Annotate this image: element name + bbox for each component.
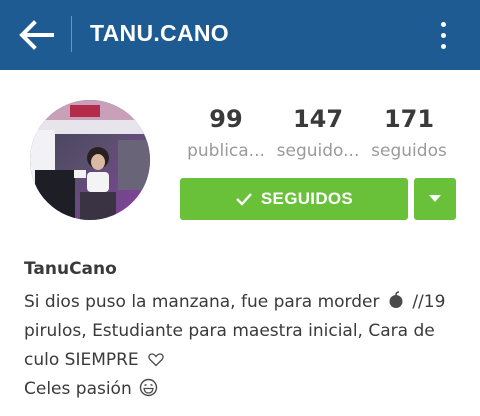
posts-label: publica...	[187, 141, 265, 161]
stat-posts[interactable]: 99 publica...	[178, 104, 274, 163]
grinning-face-icon	[139, 378, 158, 397]
following-button-label: SEGUIDOS	[260, 189, 354, 208]
bio-line-1-suffix: //19	[412, 292, 446, 312]
more-vertical-icon	[440, 21, 446, 27]
bio-line-4-text: Celes pasión	[24, 379, 132, 399]
back-button[interactable]	[16, 17, 56, 53]
bio-line-4: Celes pasión	[24, 375, 464, 404]
stat-followers[interactable]: 147 seguido...	[270, 104, 366, 163]
arrow-left-icon	[19, 20, 54, 50]
following-button[interactable]: SEGUIDOS	[180, 178, 408, 220]
bio-line-1-text: Si dios puso la manzana, fue para morder	[24, 292, 380, 312]
header-divider	[71, 16, 72, 52]
check-icon	[236, 193, 252, 206]
following-label: seguidos	[371, 141, 447, 161]
page-title: TANU.CANO	[90, 20, 229, 46]
avatar-photo	[30, 100, 150, 220]
bio-line-3-text: culo SIEMPRE	[24, 350, 139, 370]
profile-bio: Si dios puso la manzana, fue para morder…	[24, 288, 464, 404]
profile-avatar[interactable]	[30, 100, 150, 220]
profile-username: TanuCano	[24, 259, 117, 279]
stat-following[interactable]: 171 seguidos	[361, 104, 457, 163]
caret-down-icon	[429, 195, 441, 202]
followers-label: seguido...	[276, 141, 360, 161]
following-count: 171	[383, 105, 435, 133]
more-options-button[interactable]	[428, 14, 458, 56]
bio-line-2: pirulos, Estudiante para maestra inicial…	[24, 321, 435, 341]
app-header: TANU.CANO	[0, 0, 480, 70]
bio-line-3: culo SIEMPRE	[24, 346, 464, 375]
bio-line-1: Si dios puso la manzana, fue para morder…	[24, 288, 464, 317]
posts-count: 99	[209, 105, 243, 133]
heart-icon	[148, 353, 164, 367]
followers-count: 147	[292, 105, 344, 133]
apple-icon	[389, 291, 403, 308]
suggestions-dropdown-button[interactable]	[414, 178, 456, 220]
